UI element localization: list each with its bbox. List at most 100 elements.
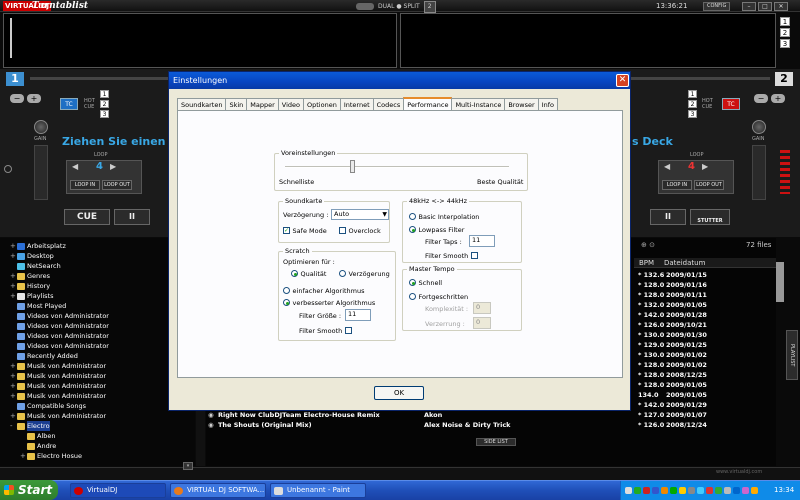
expand-icon[interactable]: - [10,423,16,430]
expand-icon[interactable]: + [10,273,16,280]
scratch-filter-smooth-checkbox[interactable]: Filter Smooth [299,326,352,335]
distortion-input[interactable]: 0 [473,317,491,329]
side-list-button[interactable]: SIDE LIST [476,438,516,446]
right-loop-prev-icon[interactable]: ◀ [664,162,670,171]
expand-icon[interactable]: + [10,413,16,420]
ok-button[interactable]: OK [374,386,424,400]
pitch-minus-button[interactable]: − [10,94,24,103]
right-hot-cue-3[interactable]: 3 [688,110,697,118]
left-tc-button[interactable]: TC [60,98,78,110]
left-pitch-slider[interactable] [34,145,48,200]
pitch-plus-button[interactable]: + [771,94,785,103]
table-row[interactable]: ◉ The Shouts (Original Mix) Alex Noise & D… [206,420,776,430]
expand-icon[interactable]: + [10,383,16,390]
pitch-plus-button[interactable]: + [27,94,41,103]
left-pause-button[interactable]: II [114,209,150,225]
expand-icon[interactable]: + [20,453,26,460]
right-waveform[interactable] [400,13,776,68]
right-loop-next-icon[interactable]: ▶ [702,162,708,171]
advanced-radio[interactable]: Fortgeschritten [409,292,468,301]
left-hot-cue-2[interactable]: 2 [100,100,109,108]
mode-switch[interactable]: DUAL ● SPLIT 2 [356,1,436,13]
right-loop-out-button[interactable]: LOOP OUT [694,180,724,190]
left-cue-button[interactable]: CUE [64,209,110,225]
expand-icon[interactable] [10,313,16,319]
tray-icon-3[interactable] [643,487,650,494]
tray-icon-4[interactable] [652,487,659,494]
expand-icon[interactable] [10,343,16,349]
safe-mode-checkbox[interactable]: ✓ Safe Mode [283,226,327,235]
date-column-header[interactable]: Dateidatum [664,258,705,268]
expand-icon[interactable] [10,303,16,309]
right-stutter-button[interactable]: STUTTER [690,209,730,225]
tray-icon-12[interactable] [724,487,731,494]
expand-icon[interactable]: + [10,363,16,370]
expand-icon[interactable] [20,433,26,439]
right-tc-button[interactable]: TC [722,98,740,110]
scratch-delay-radio[interactable]: Verzögerung [339,269,390,278]
tree-item[interactable]: + Electro Hosue [10,451,195,461]
right-loop-in-button[interactable]: LOOP IN [662,180,692,190]
tray-icon-10[interactable] [706,487,713,494]
tray-icon-7[interactable] [679,487,686,494]
deck-selector-2[interactable]: 2 [780,28,790,37]
mode-number[interactable]: 2 [423,1,436,13]
quality-radio[interactable]: Qualität [291,269,326,278]
tray-icon-2[interactable] [634,487,641,494]
list-toolbar-icons[interactable]: ⊕ ⊙ [641,241,655,249]
task-virtualdj[interactable]: VirtualDJ [70,483,166,498]
pitch-minus-button[interactable]: − [754,94,768,103]
config-button[interactable]: CONFIG [703,2,731,11]
resample-filter-smooth-checkbox[interactable]: Filter Smooth [425,251,478,260]
expand-icon[interactable]: + [10,253,16,260]
left-hot-cue-3[interactable]: 3 [100,110,109,118]
tray-icon-14[interactable] [742,487,749,494]
left-loop-in-button[interactable]: LOOP IN [70,180,100,190]
quality-slider-track[interactable] [285,166,509,168]
tray-icon-5[interactable] [661,487,668,494]
tray-icon-1[interactable] [625,487,632,494]
start-button[interactable]: Start [0,480,58,500]
simple-algorithm-radio[interactable]: einfacher Algorithmus [283,286,365,295]
right-gain-knob[interactable] [752,120,766,134]
playlist-side-button[interactable]: PLAYLIST [786,330,798,380]
tree-item[interactable]: Andre [10,441,195,451]
fast-radio[interactable]: Schnell [409,278,442,287]
overclock-checkbox[interactable]: Overclock [339,226,381,235]
deck-selector-3[interactable]: 3 [780,39,790,48]
left-pitch-track[interactable] [30,77,170,80]
expand-icon[interactable] [10,353,16,359]
expand-icon[interactable] [10,403,16,409]
tray-icon-13[interactable] [733,487,740,494]
quality-slider-thumb[interactable] [350,160,356,173]
left-loop-next-icon[interactable]: ▶ [110,162,116,171]
left-sync-icon[interactable] [4,165,12,173]
mode-toggle-icon[interactable] [356,3,374,10]
lowpass-filter-radio[interactable]: Lowpass Filter [409,225,464,234]
tray-icon-15[interactable] [751,487,758,494]
list-scrollbar-thumb[interactable] [776,262,784,302]
complexity-input[interactable]: 0 [473,302,491,314]
filter-taps-input[interactable]: 11 [469,235,495,247]
tray-icon-6[interactable] [670,487,677,494]
right-pitch-track[interactable] [630,77,770,80]
dialog-close-button[interactable]: ✕ [616,74,629,87]
right-pause-button[interactable]: II [650,209,686,225]
left-gain-knob[interactable] [34,120,48,134]
close-icon[interactable]: ✕ [774,2,788,11]
expand-icon[interactable]: + [10,393,16,400]
tray-icon-9[interactable] [697,487,704,494]
expand-icon[interactable]: + [10,293,16,300]
task-paint[interactable]: Unbenannt - Paint [270,483,366,498]
tray-icon-11[interactable] [715,487,722,494]
tray-icon-8[interactable] [688,487,695,494]
left-waveform[interactable] [3,13,397,68]
deck-selector-1[interactable]: 1 [780,17,790,26]
task-browser[interactable]: VIRTUAL DJ SOFTWA... [170,483,266,498]
tree-collapse-icon[interactable]: ▾ [183,462,193,470]
delay-select[interactable]: Auto ▼ [331,209,389,220]
right-pitch-slider[interactable] [752,145,766,200]
expand-icon[interactable]: + [10,373,16,380]
left-loop-out-button[interactable]: LOOP OUT [102,180,132,190]
tree-item[interactable]: Alben [10,431,195,441]
